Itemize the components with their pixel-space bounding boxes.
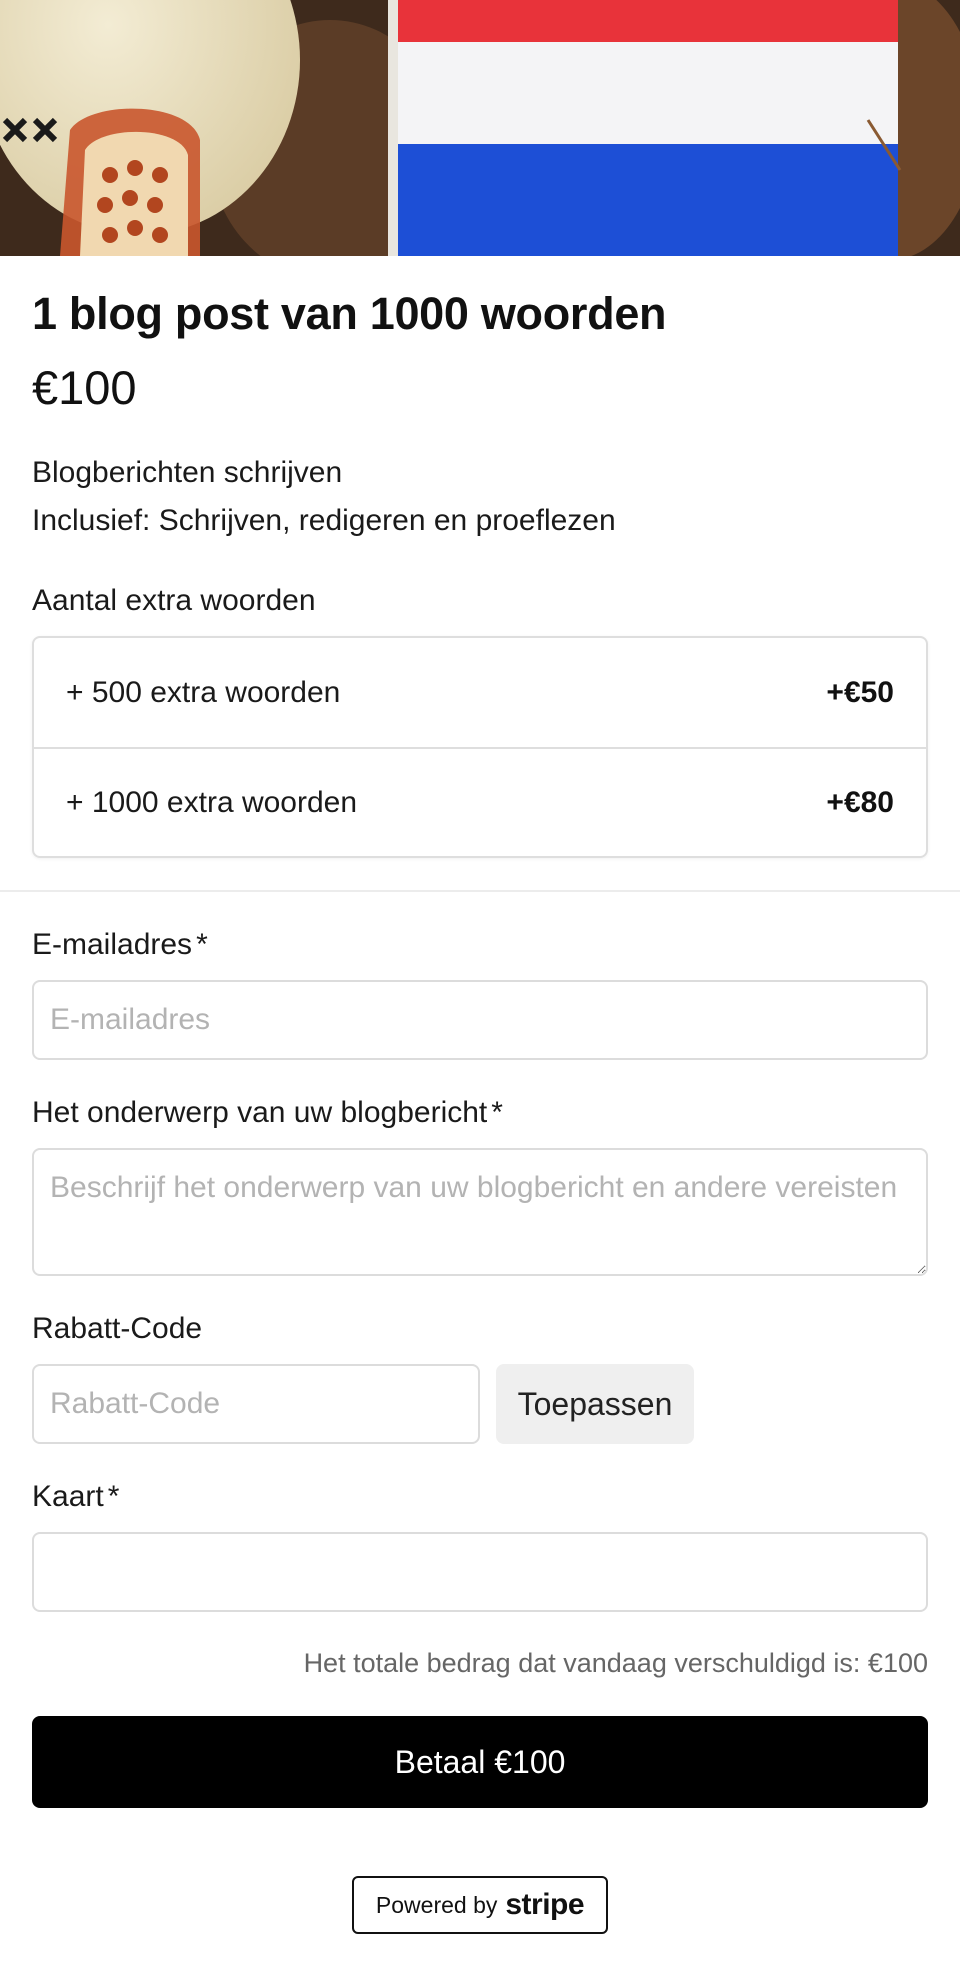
extra-option-price: +€50: [826, 675, 894, 709]
email-label: E-mailadres *: [32, 928, 208, 962]
total-due-text: Het totale bedrag dat vandaag verschuldi…: [303, 1648, 928, 1678]
product-description-line-2: Inclusief: Schrijven, redigeren en proef…: [32, 504, 616, 537]
product-price: €100: [32, 361, 137, 414]
section-divider: [0, 890, 960, 892]
coupon-label: Rabatt-Code: [32, 1312, 203, 1345]
product-description-line-1: Blogberichten schrijven: [32, 456, 343, 489]
powered-by-text: Powered by: [375, 1891, 498, 1918]
topic-label-text: Het onderwerp van uw blogbericht: [32, 1096, 488, 1129]
extra-option-label: + 1000 extra woorden: [66, 785, 358, 819]
extra-option-500[interactable]: + 500 extra woorden +€50: [34, 638, 926, 747]
email-label-text: E-mailadres: [32, 928, 193, 961]
topic-textarea[interactable]: [32, 1148, 928, 1276]
topic-label: Het onderwerp van uw blogbericht *: [32, 1096, 503, 1130]
powered-by-stripe-link[interactable]: Powered by stripe: [352, 1876, 608, 1934]
coupon-field[interactable]: [32, 1364, 480, 1444]
extra-option-1000[interactable]: + 1000 extra woorden +€80: [34, 747, 926, 856]
pay-button[interactable]: Betaal €100: [32, 1716, 928, 1808]
extras-label: Aantal extra woorden: [32, 584, 316, 617]
extras-options: + 500 extra woorden +€50 + 1000 extra wo…: [32, 636, 928, 858]
stripe-logo: stripe: [505, 1888, 585, 1921]
hero-image: [0, 0, 960, 256]
card-label: Kaart *: [32, 1480, 119, 1514]
required-mark: *: [491, 1096, 503, 1129]
required-mark: *: [107, 1480, 120, 1513]
required-mark: *: [196, 928, 208, 961]
apply-coupon-button[interactable]: Toepassen: [496, 1364, 694, 1444]
card-field[interactable]: [32, 1532, 928, 1612]
email-field[interactable]: [32, 980, 928, 1060]
product-title: 1 blog post van 1000 woorden: [32, 288, 667, 339]
extra-option-price: +€80: [826, 785, 894, 819]
card-label-text: Kaart: [32, 1480, 104, 1513]
extra-option-label: + 500 extra woorden: [66, 675, 341, 709]
